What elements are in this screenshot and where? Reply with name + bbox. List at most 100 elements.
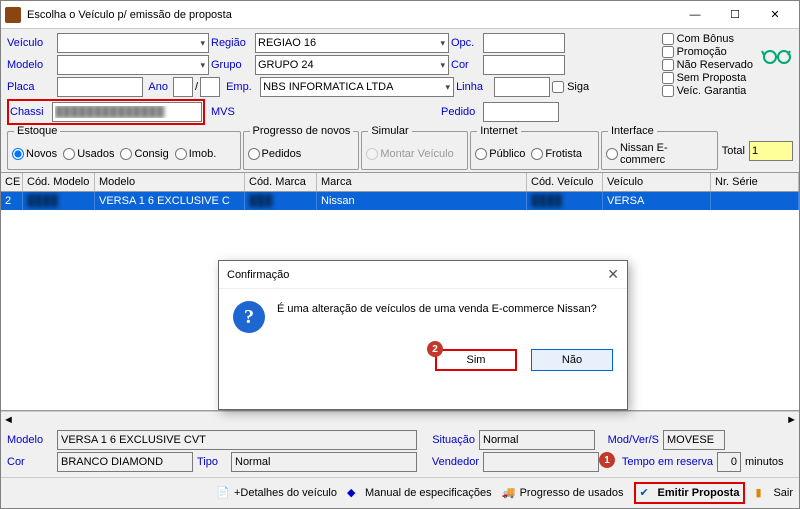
ano1-input[interactable] xyxy=(173,77,193,97)
col-cod-modelo[interactable]: Cód. Modelo xyxy=(23,173,95,191)
sim-button[interactable]: Sim xyxy=(435,349,517,371)
manual-button[interactable]: ◆ Manual de especificações xyxy=(347,486,492,500)
horizontal-scrollbar[interactable]: ◄ ► xyxy=(1,411,799,427)
det-cor-value: BRANCO DIAMOND xyxy=(57,452,193,472)
app-icon xyxy=(5,7,21,23)
internet-group: Internet Público Frotista xyxy=(470,131,599,170)
modelo-label: Modelo xyxy=(7,59,55,71)
publico-radio[interactable]: Público xyxy=(475,148,525,160)
total-input[interactable] xyxy=(749,141,793,161)
cor-input[interactable] xyxy=(483,55,565,75)
col-marca[interactable]: Marca xyxy=(317,173,527,191)
minimize-button[interactable]: — xyxy=(675,2,715,28)
det-vendedor-value xyxy=(483,452,599,472)
placa-label: Placa xyxy=(7,81,55,93)
dialog-close-icon[interactable]: ✕ xyxy=(607,266,619,283)
frotista-radio[interactable]: Frotista xyxy=(531,148,582,160)
dialog-message: É uma alteração de veículos de uma venda… xyxy=(277,301,597,315)
opc-label: Opc. xyxy=(451,37,481,49)
detail-icon: 📄 xyxy=(216,486,230,500)
pedido-input[interactable] xyxy=(483,102,559,122)
col-nr-serie[interactable]: Nr. Série xyxy=(711,173,799,191)
com-bonus-checkbox[interactable]: Com Bônus xyxy=(662,33,753,45)
pedidos-radio[interactable]: Pedidos xyxy=(248,148,302,160)
ano2-input[interactable] xyxy=(200,77,220,97)
promocao-checkbox[interactable]: Promoção xyxy=(662,46,753,58)
det-cor-label: Cor xyxy=(7,456,53,468)
col-cod-veiculo[interactable]: Cód. Veículo xyxy=(527,173,603,191)
regiao-select[interactable]: REGIAO 16 xyxy=(255,33,449,53)
det-modelo-value: VERSA 1 6 EXCLUSIVE CVT xyxy=(57,430,417,450)
nao-button[interactable]: Não xyxy=(531,349,613,371)
montar-radio[interactable]: Montar Veículo xyxy=(366,148,453,160)
estoque-group: Estoque Novos Usados Consig Imob. xyxy=(7,131,241,170)
detalhes-veiculo-button[interactable]: 📄 +Detalhes do veículo xyxy=(216,486,337,500)
exit-icon: ▮ xyxy=(755,486,769,500)
det-tempo-value: 0 xyxy=(717,452,741,472)
sem-proposta-checkbox[interactable]: Sem Proposta xyxy=(662,72,753,84)
nao-reservado-checkbox[interactable]: Não Reservado xyxy=(662,59,753,71)
chassi-label: Chassi xyxy=(10,106,52,118)
statusbar: 📄 +Detalhes do veículo ◆ Manual de espec… xyxy=(1,477,799,508)
filter-form: Veículo Região REGIAO 16 Opc. Modelo Gru… xyxy=(1,29,799,131)
filter-groups: Estoque Novos Usados Consig Imob. Progre… xyxy=(1,131,799,172)
col-ce[interactable]: CE xyxy=(1,173,23,191)
det-situacao-label: Situação xyxy=(421,434,475,446)
col-cod-marca[interactable]: Cód. Marca xyxy=(245,173,317,191)
linha-label: Linha xyxy=(456,81,492,93)
question-icon: ? xyxy=(233,301,265,333)
cor-label: Cor xyxy=(451,59,481,71)
opc-input[interactable] xyxy=(483,33,565,53)
placa-input[interactable] xyxy=(57,77,143,97)
progresso-usados-button[interactable]: 🚚 Progresso de usados xyxy=(502,486,624,500)
confirm-dialog: Confirmação ✕ ? É uma alteração de veícu… xyxy=(218,260,628,410)
consig-radio[interactable]: Consig xyxy=(120,148,168,160)
scroll-right-icon[interactable]: ► xyxy=(786,414,797,426)
chassi-input[interactable] xyxy=(52,102,202,122)
maximize-button[interactable]: ☐ xyxy=(715,2,755,28)
main-window: Escolha o Veículo p/ emissão de proposta… xyxy=(0,0,800,509)
chassi-highlight: Chassi xyxy=(7,99,205,125)
det-tempo-label: Tempo em reserva xyxy=(613,456,713,468)
pedido-label: Pedido xyxy=(441,106,481,118)
regiao-label: Região xyxy=(211,37,253,49)
det-modelo-label: Modelo xyxy=(7,434,53,446)
scroll-left-icon[interactable]: ◄ xyxy=(3,414,14,426)
det-vendedor-label: Vendedor xyxy=(421,456,479,468)
progresso-group: Progresso de novos Pedidos xyxy=(243,131,360,170)
det-tipo-value: Normal xyxy=(231,452,417,472)
det-situacao-value: Normal xyxy=(479,430,595,450)
veic-garantia-checkbox[interactable]: Veíc. Garantia xyxy=(662,85,753,97)
det-tipo-label: Tipo xyxy=(197,456,227,468)
modelo-select[interactable] xyxy=(57,55,209,75)
truck-icon: 🚚 xyxy=(502,486,516,500)
ano-label: Ano xyxy=(145,81,171,93)
col-veiculo[interactable]: Veículo xyxy=(603,173,711,191)
linha-input[interactable] xyxy=(494,77,550,97)
emitir-proposta-button[interactable]: ✔ Emitir Proposta xyxy=(634,482,746,504)
imob-radio[interactable]: Imob. xyxy=(175,148,217,160)
minutos-label: minutos xyxy=(745,456,784,468)
titlebar: Escolha o Veículo p/ emissão de proposta… xyxy=(1,1,799,29)
search-glasses-icon[interactable] xyxy=(759,33,793,77)
nissan-ecommerce-radio[interactable]: Nissan E-commerc xyxy=(606,142,713,166)
filter-checks: Com Bônus Promoção Não Reservado Sem Pro… xyxy=(662,33,753,127)
dialog-titlebar: Confirmação ✕ xyxy=(219,261,627,289)
grupo-select[interactable]: GRUPO 24 xyxy=(255,55,449,75)
usados-radio[interactable]: Usados xyxy=(63,148,114,160)
details-panel: Modelo VERSA 1 6 EXCLUSIVE CVT Situação … xyxy=(1,427,799,477)
grupo-label: Grupo xyxy=(211,59,253,71)
sair-button[interactable]: ▮ Sair xyxy=(755,486,793,500)
check-icon: ✔ xyxy=(640,486,654,500)
table-row[interactable]: 2 ████ VERSA 1 6 EXCLUSIVE C ███ Nissan … xyxy=(1,192,799,210)
novos-radio[interactable]: Novos xyxy=(12,148,57,160)
col-modelo[interactable]: Modelo xyxy=(95,173,245,191)
emp-select[interactable]: NBS INFORMATICA LTDA xyxy=(260,77,454,97)
det-modvers-value: MOVESE xyxy=(663,430,725,450)
total-field: Total xyxy=(722,131,793,170)
veiculo-label: Veículo xyxy=(7,37,55,49)
siga-checkbox[interactable]: Siga xyxy=(552,81,589,93)
dialog-title: Confirmação xyxy=(227,269,289,281)
veiculo-select[interactable] xyxy=(57,33,209,53)
close-button[interactable]: ✕ xyxy=(755,2,795,28)
